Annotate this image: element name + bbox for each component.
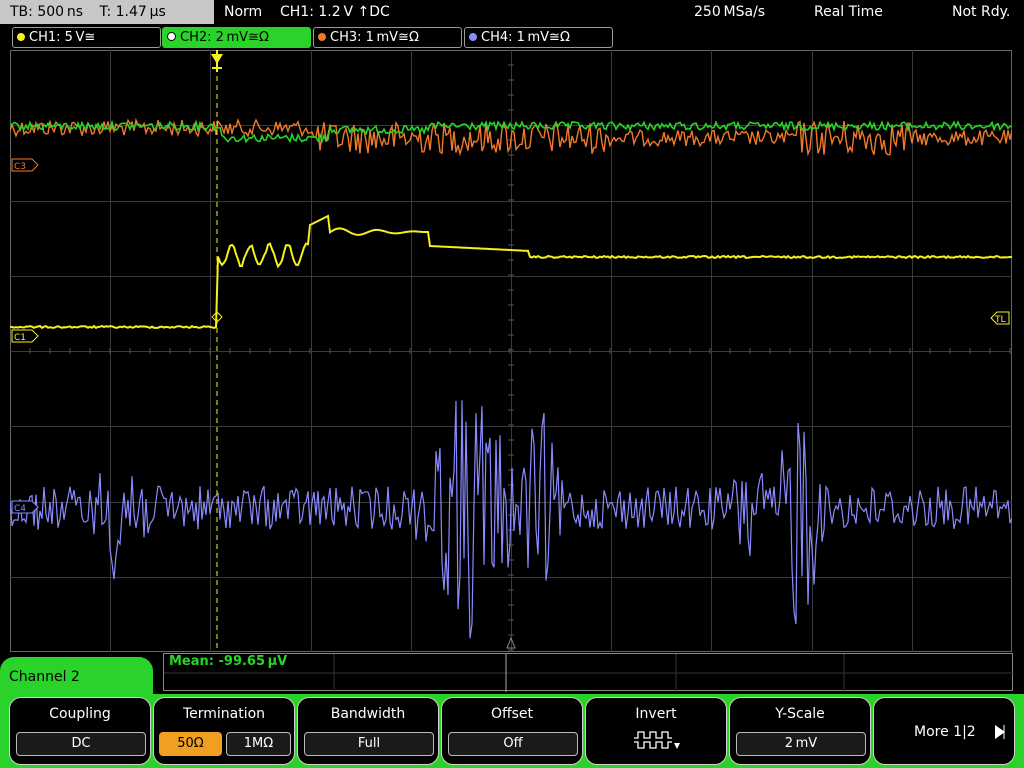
channel-tab-label: CH4: 1 mV≅Ω xyxy=(481,30,570,45)
mean-measurement: Mean: -99.65 µV xyxy=(169,654,288,669)
trigger-time-readout: T: 1.47 µs xyxy=(99,4,166,20)
termination-1mohm-option[interactable]: 1MΩ xyxy=(226,732,291,756)
invert-waveform-icon xyxy=(634,731,680,749)
timebase-box[interactable]: TB: 500 ns T: 1.47 µs xyxy=(0,0,214,24)
termination-softkey[interactable]: Termination 50Ω 1MΩ xyxy=(153,697,295,765)
coupling-softkey[interactable]: Coupling DC xyxy=(9,697,151,765)
yscale-value[interactable]: 2 mV xyxy=(736,732,866,756)
ch4-marker-label: C4 xyxy=(14,504,26,514)
trigger-mode[interactable]: Norm xyxy=(224,0,262,24)
channel-tab-ch1[interactable]: CH1: 5 V≅ xyxy=(12,27,161,48)
measurement-grid xyxy=(164,654,1014,692)
menu-title-channel: Channel 2 xyxy=(0,657,153,697)
termination-title: Termination xyxy=(182,706,266,722)
offset-title: Offset xyxy=(490,706,534,722)
channel-color-dot xyxy=(469,33,477,41)
waveform-display[interactable]: C3 C1 C4 TL xyxy=(10,50,1012,652)
channel-tab-label: CH2: 2 mV≅Ω xyxy=(180,30,269,45)
channel-tab-ch4[interactable]: CH4: 1 mV≅Ω xyxy=(464,27,613,48)
sample-rate: 250 MSa/s xyxy=(694,4,766,20)
channel-tab-label: CH3: 1 mV≅Ω xyxy=(330,30,419,45)
yscale-softkey[interactable]: Y-Scale 2 mV xyxy=(729,697,871,765)
channel-tab-label: CH1: 5 V≅ xyxy=(29,30,96,45)
invert-title: Invert xyxy=(635,706,677,722)
status-bar: TB: 500 ns T: 1.47 µs Norm CH1: 1.2 V ↑D… xyxy=(0,0,1024,25)
coupling-title: Coupling xyxy=(49,706,111,722)
offset-value[interactable]: Off xyxy=(448,732,578,756)
offset-softkey[interactable]: Offset Off xyxy=(441,697,583,765)
channel-tabs: CH1: 5 V≅ CH2: 2 mV≅Ω CH3: 1 mV≅Ω CH4: 1… xyxy=(0,27,1024,48)
acquisition-mode: Real Time xyxy=(814,4,883,20)
bandwidth-value[interactable]: Full xyxy=(304,732,434,756)
more-label: More 1|2 xyxy=(914,724,976,740)
yscale-title: Y-Scale xyxy=(775,706,825,722)
channel-color-dot xyxy=(167,32,176,41)
bandwidth-softkey[interactable]: Bandwidth Full xyxy=(297,697,439,765)
channel-color-dot xyxy=(318,33,326,41)
measurement-area xyxy=(163,653,1014,692)
triangle-right-icon xyxy=(995,725,1005,739)
channel-color-dot xyxy=(17,33,25,41)
termination-50ohm-option[interactable]: 50Ω xyxy=(159,732,222,756)
ch1-marker-label: C1 xyxy=(14,333,26,343)
ch3-marker-label: C3 xyxy=(14,162,26,172)
invert-softkey[interactable]: Invert xyxy=(585,697,727,765)
channel-tab-ch2[interactable]: CH2: 2 mV≅Ω xyxy=(162,27,311,48)
trigger-info[interactable]: CH1: 1.2 V ↑DC xyxy=(280,0,390,24)
channel-tab-ch3[interactable]: CH3: 1 mV≅Ω xyxy=(313,27,462,48)
timebase-readout: TB: 500 ns xyxy=(10,4,84,20)
trigger-level-label: TL xyxy=(994,315,1006,325)
more-softkey[interactable]: More 1|2 xyxy=(873,697,1015,765)
acquisition-state: Not Rdy. xyxy=(952,4,1011,20)
bandwidth-title: Bandwidth xyxy=(330,706,406,722)
coupling-value[interactable]: DC xyxy=(16,732,146,756)
